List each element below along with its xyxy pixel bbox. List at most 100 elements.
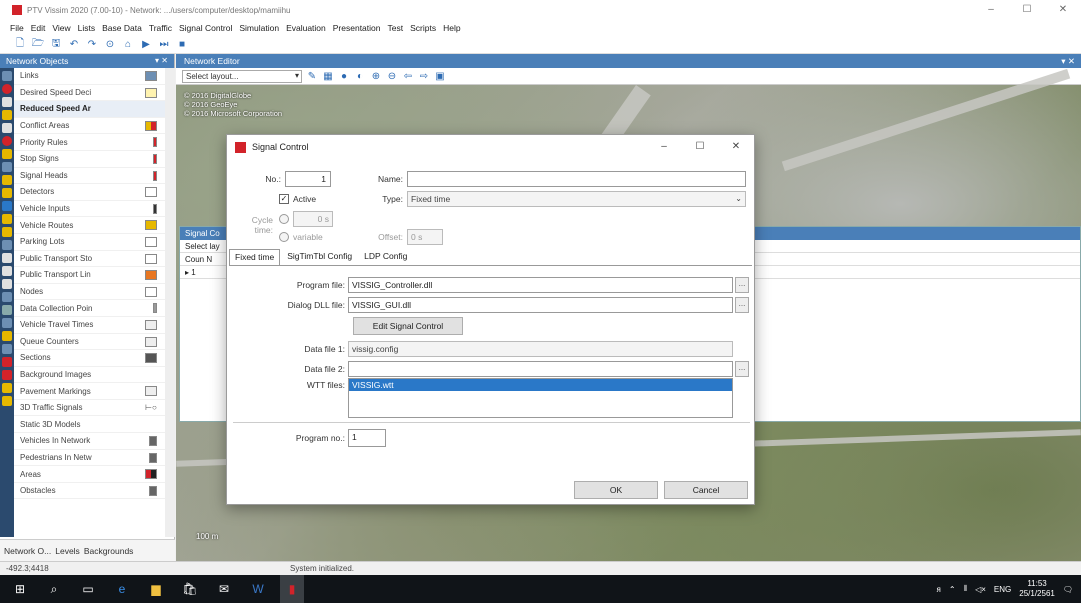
menu-file[interactable]: File: [10, 23, 24, 33]
data-file2-browse-button[interactable]: ...: [735, 361, 749, 377]
list-item[interactable]: Obstacles: [14, 483, 165, 500]
close-button[interactable]: ✕: [1045, 0, 1081, 20]
edge-browser-icon[interactable]: e: [110, 575, 134, 603]
menu-view[interactable]: View: [52, 23, 70, 33]
list-item[interactable]: Queue Counters: [14, 334, 165, 351]
list-item[interactable]: Stop Signs: [14, 151, 165, 168]
menu-lists[interactable]: Lists: [78, 23, 95, 33]
cycle-time-radio[interactable]: [279, 214, 289, 224]
list-item[interactable]: Public Transport Sto: [14, 251, 165, 268]
store-icon[interactable]: 🛍: [178, 575, 202, 603]
tab-ldp-config[interactable]: LDP Config: [359, 249, 412, 265]
step-icon[interactable]: ⏭: [158, 39, 170, 51]
keyboard-language[interactable]: ENG: [994, 585, 1011, 594]
people-icon[interactable]: ᴙ: [937, 585, 941, 594]
tab-levels[interactable]: Levels: [55, 546, 80, 556]
dialog-dll-browse-button[interactable]: ...: [735, 297, 749, 313]
play-icon[interactable]: ▶: [140, 39, 152, 51]
program-file-browse-button[interactable]: ...: [735, 277, 749, 293]
list-item[interactable]: Vehicle Routes: [14, 217, 165, 234]
menu-signal-control[interactable]: Signal Control: [179, 23, 232, 33]
word-icon[interactable]: W: [246, 575, 270, 603]
dialog-dll-field[interactable]: VISSIG_GUI.dll: [348, 297, 733, 313]
program-file-field[interactable]: VISSIG_Controller.dll: [348, 277, 733, 293]
list-item[interactable]: Conflict Areas: [14, 118, 165, 135]
name-field[interactable]: [407, 171, 746, 187]
list-item[interactable]: Vehicles In Network: [14, 433, 165, 450]
list-item[interactable]: Parking Lots: [14, 234, 165, 251]
list-item[interactable]: Detectors: [14, 184, 165, 201]
minimize-button[interactable]: –: [973, 0, 1009, 20]
windows-start-icon[interactable]: ⊞: [8, 575, 32, 603]
list-item[interactable]: Vehicle Travel Times: [14, 317, 165, 334]
menu-presentation[interactable]: Presentation: [333, 23, 381, 33]
save-icon[interactable]: 🖫: [50, 38, 62, 51]
data-file1-field[interactable]: vissig.config: [348, 341, 733, 357]
menu-evaluation[interactable]: Evaluation: [286, 23, 326, 33]
list-item[interactable]: Sections: [14, 350, 165, 367]
mail-icon[interactable]: ✉: [212, 575, 236, 603]
forward-icon[interactable]: ⇨: [418, 70, 430, 82]
list-item[interactable]: Reduced Speed Ar: [14, 101, 165, 118]
3d-icon[interactable]: ◐: [354, 70, 366, 82]
list-item[interactable]: Pavement Markings: [14, 383, 165, 400]
menu-scripts[interactable]: Scripts: [410, 23, 436, 33]
redo-icon[interactable]: ↷: [86, 39, 98, 51]
tab-sigtimtbl-config[interactable]: SigTimTbl Config: [282, 249, 357, 265]
list-item[interactable]: Static 3D Models: [14, 416, 165, 434]
data-file2-field[interactable]: [348, 361, 733, 377]
list-item[interactable]: Vehicle Inputs: [14, 201, 165, 218]
layout-select[interactable]: Select layout...: [182, 69, 302, 83]
edit-icon[interactable]: ✎: [306, 70, 318, 82]
tab-backgrounds[interactable]: Backgrounds: [84, 546, 134, 556]
active-checkbox[interactable]: ✓: [279, 194, 289, 204]
grid-icon[interactable]: ▦: [322, 70, 334, 82]
offset-field[interactable]: 0 s: [407, 229, 443, 245]
object-list-scrollbar[interactable]: [165, 68, 175, 537]
list-item[interactable]: VISSIG.wtt: [349, 379, 732, 391]
undo-icon[interactable]: ↶: [68, 39, 80, 51]
list-item[interactable]: 3D Traffic Signals ⊢○: [14, 400, 165, 417]
list-item[interactable]: Pedestrians In Netw: [14, 450, 165, 467]
globe-icon[interactable]: ●: [338, 70, 350, 82]
menu-base-data[interactable]: Base Data: [102, 23, 142, 33]
menu-edit[interactable]: Edit: [31, 23, 46, 33]
task-view-icon[interactable]: ▭: [76, 575, 100, 603]
program-no-field[interactable]: 1: [348, 429, 386, 447]
chevron-up-icon[interactable]: ⌃: [949, 585, 956, 594]
wtt-files-list[interactable]: VISSIG.wtt: [348, 378, 733, 418]
dialog-maximize-button[interactable]: ☐: [682, 135, 718, 159]
menu-simulation[interactable]: Simulation: [239, 23, 279, 33]
home-icon[interactable]: ⌂: [122, 39, 134, 51]
menu-test[interactable]: Test: [388, 23, 404, 33]
dialog-minimize-button[interactable]: –: [646, 135, 682, 159]
zoom-in-icon[interactable]: ⊕: [370, 70, 382, 82]
screenshot-icon[interactable]: ▣: [434, 70, 446, 82]
cycle-time-field[interactable]: 0 s: [293, 211, 333, 227]
menu-help[interactable]: Help: [443, 23, 460, 33]
zoom-out-icon[interactable]: ⊖: [386, 70, 398, 82]
pin-icon[interactable]: ▾ ✕: [155, 54, 168, 68]
back-icon[interactable]: ⇦: [402, 70, 414, 82]
dialog-close-button[interactable]: ✕: [718, 135, 754, 159]
editor-close-icon[interactable]: ▾ ✕: [1061, 54, 1075, 68]
clock[interactable]: 11:53 25/1/2561: [1019, 579, 1055, 599]
ok-button[interactable]: OK: [574, 481, 658, 499]
zoom-icon[interactable]: ⊙: [104, 39, 116, 51]
cancel-button[interactable]: Cancel: [664, 481, 748, 499]
network-icon[interactable]: ⦀: [964, 584, 968, 594]
tab-network-objects[interactable]: Network O...: [4, 546, 51, 556]
vissim-taskbar-icon[interactable]: ▮: [280, 575, 304, 603]
list-item[interactable]: Links: [14, 68, 165, 85]
list-item[interactable]: Areas: [14, 466, 165, 483]
type-select[interactable]: Fixed time ⌄: [407, 191, 746, 207]
new-file-icon[interactable]: 🗋: [14, 38, 26, 51]
maximize-button[interactable]: ☐: [1009, 0, 1045, 20]
list-item[interactable]: Desired Speed Deci: [14, 85, 165, 102]
file-explorer-icon[interactable]: ▆: [144, 575, 168, 603]
list-item[interactable]: Nodes: [14, 284, 165, 301]
notification-icon[interactable]: 🗨: [1063, 585, 1073, 594]
open-file-icon[interactable]: 🗁: [32, 38, 44, 51]
list-item[interactable]: Data Collection Poin: [14, 300, 165, 317]
volume-icon[interactable]: ◁×: [975, 585, 986, 594]
